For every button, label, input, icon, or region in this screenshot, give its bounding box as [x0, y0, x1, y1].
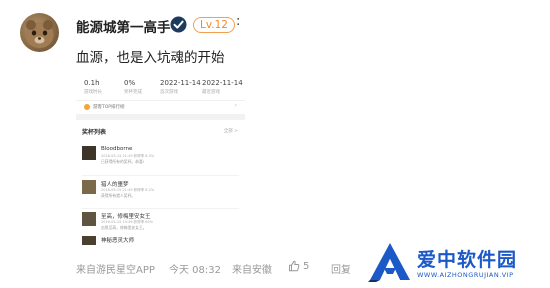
- watermark-title: 爱中软件园: [417, 249, 518, 271]
- trophy-name: 神秘恶灵大师: [101, 238, 135, 244]
- trophy-thumbnail: [82, 180, 96, 194]
- rank-row: 游客TOP排行榜 ›: [76, 100, 245, 112]
- attached-screenshot[interactable]: 0.1h 游戏时长 0% 奖杯完成 2022-11-14 首次游戏 2022-1…: [76, 74, 245, 245]
- rank-label: 游客TOP排行榜: [93, 105, 125, 110]
- game-stats-panel: 0.1h 游戏时长 0% 奖杯完成 2022-11-14 首次游戏 2022-1…: [76, 74, 245, 114]
- verified-icon: [170, 16, 187, 33]
- trophy-list-title: 奖杯列表: [82, 129, 107, 136]
- divider: [82, 175, 239, 176]
- reply-button[interactable]: 回复: [331, 261, 351, 276]
- watermark-url: WWW.AIZHONGRUJIAN.VIP: [417, 271, 514, 279]
- chevron-right-icon: ›: [234, 102, 237, 109]
- post-location: 来自安徽: [232, 265, 272, 276]
- trophy-thumbnail: [82, 212, 96, 226]
- rank-icon: [84, 104, 90, 110]
- trophy-list-more: 全部 >: [223, 129, 238, 134]
- stat-last-played: 2022-11-14 最近游戏: [202, 79, 243, 95]
- trophy-item: 猎人的噩梦 2016-05-15 21:49 获得率 8.2% 获得所有猎人奖杯…: [82, 180, 242, 206]
- avatar-image: [25, 20, 54, 48]
- trophy-name: 至高，修梅里安女王: [101, 214, 151, 220]
- trophy-item: Bloodborne 2016-05-15 21:49 获得率 8.5% 已获得…: [82, 146, 242, 172]
- like-count[interactable]: 5: [303, 261, 309, 272]
- watermark-logo-icon: [368, 243, 410, 282]
- trophy-desc: 已获得所有的奖杯。恭喜!: [101, 159, 145, 164]
- watermark: 爱中软件园 WWW.AIZHONGRUJIAN.VIP: [350, 239, 550, 288]
- trophy-desc: 获得所有猎人奖杯。: [101, 193, 136, 198]
- stat-playtime: 0.1h 游戏时长: [84, 79, 102, 95]
- stat-completion: 0% 奖杯完成: [124, 79, 142, 95]
- divider: [82, 208, 239, 209]
- author-colon: :: [236, 14, 241, 29]
- trophy-thumbnail: [82, 236, 96, 245]
- post-time: 今天 08:32: [169, 265, 221, 276]
- trophy-item: 神秘恶灵大师: [82, 236, 242, 245]
- username[interactable]: 能源城第一高手: [76, 16, 171, 36]
- trophy-desc: 击败至高，修梅里安女王。: [101, 225, 147, 230]
- trophy-name: Bloodborne: [101, 146, 133, 152]
- trophy-name: 猎人的噩梦: [101, 182, 129, 188]
- trophy-list-panel: 奖杯列表 全部 > Bloodborne 2016-05-15 21:49 获得…: [76, 120, 245, 245]
- trophy-thumbnail: [82, 146, 96, 160]
- post-text: 血源，也是入坑魂的开始: [76, 50, 225, 66]
- level-badge: Lv.12: [193, 17, 235, 33]
- post-source: 来自游民星空APP: [76, 265, 155, 276]
- thumbs-up-icon[interactable]: [288, 260, 300, 272]
- avatar[interactable]: [20, 13, 59, 52]
- stat-first-played: 2022-11-14 首次游戏: [160, 79, 201, 95]
- trophy-item: 至高，修梅里安女王 2016-04-15 15:46 获得率 60% 击败至高，…: [82, 212, 242, 238]
